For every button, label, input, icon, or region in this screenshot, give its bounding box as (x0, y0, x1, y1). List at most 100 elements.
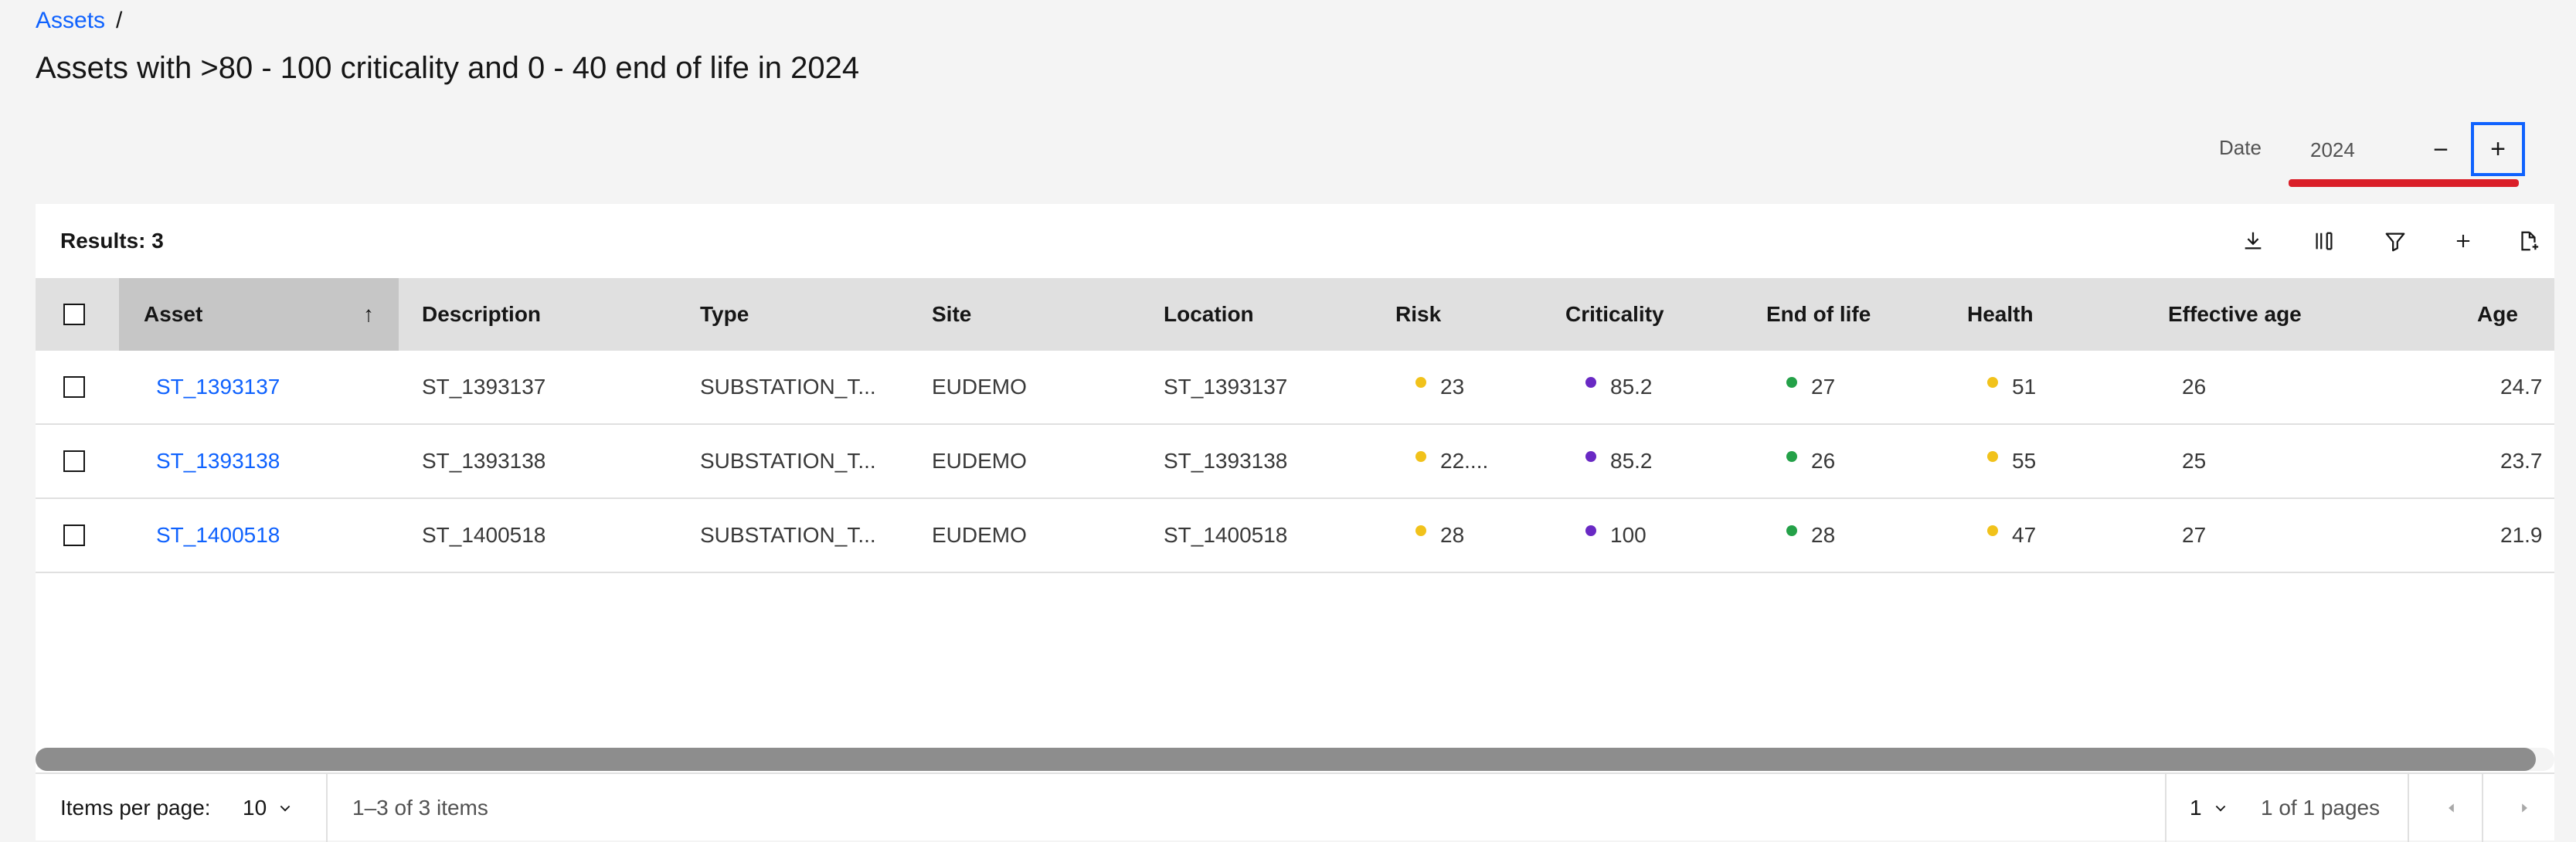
pages-text: 1 of 1 pages (2261, 796, 2381, 820)
divider (2165, 774, 2166, 842)
pagination-bar: Items per page: 10 1–3 of 3 items 1 1 of… (36, 772, 2554, 842)
column-header-health[interactable]: Health (1967, 278, 2034, 351)
status-dot-icon (1415, 377, 1426, 388)
add-icon[interactable] (2446, 224, 2480, 258)
end-of-life-cell: 28 (1786, 499, 1835, 572)
status-dot-icon (1786, 525, 1797, 536)
risk-cell: 28 (1415, 499, 1464, 572)
breadcrumb: Assets / (36, 8, 122, 34)
criticality-value: 85.2 (1610, 375, 1653, 399)
row-select-cell (63, 499, 85, 572)
effective-age-cell: 26 (2182, 375, 2207, 399)
health-value: 51 (2012, 375, 2037, 399)
chevron-down-icon (280, 805, 291, 812)
column-header-criticality[interactable]: Criticality (1565, 278, 1664, 351)
columns-icon[interactable] (2307, 224, 2341, 258)
end-of-life-cell: 27 (1786, 351, 1835, 423)
description-cell: ST_1400518 (422, 523, 546, 547)
table-row[interactable]: ST_1400518 ST_1400518 SUBSTATION_T... EU… (36, 499, 2554, 573)
table-row[interactable]: ST_1393138 ST_1393138 SUBSTATION_T... EU… (36, 425, 2554, 499)
type-cell: SUBSTATION_T... (700, 523, 876, 547)
next-page-button[interactable] (2517, 774, 2531, 842)
criticality-value: 100 (1610, 523, 1647, 547)
row-checkbox[interactable] (63, 450, 85, 472)
breadcrumb-separator: / (116, 8, 123, 33)
page-select[interactable]: 1 (2190, 774, 2228, 842)
column-header-description[interactable]: Description (422, 278, 541, 351)
column-header-risk[interactable]: Risk (1395, 278, 1441, 351)
health-cell: 55 (1987, 425, 2036, 497)
caret-left-icon (2449, 803, 2454, 813)
annotation-underline (2289, 179, 2519, 187)
site-cell: EUDEMO (932, 449, 1027, 473)
divider (326, 774, 328, 842)
download-icon[interactable] (2236, 224, 2270, 258)
status-dot-icon (1987, 377, 1998, 388)
previous-page-button[interactable] (2445, 774, 2459, 842)
column-header-effective-age[interactable]: Effective age (2168, 278, 2302, 351)
chevron-down-icon (2215, 805, 2225, 812)
location-cell: ST_1393138 (1164, 449, 1288, 473)
filter-icon[interactable] (2378, 224, 2412, 258)
column-header-asset[interactable]: Asset ↑ (144, 278, 399, 351)
table-row[interactable]: ST_1393137 ST_1393137 SUBSTATION_T... EU… (36, 351, 2554, 425)
row-checkbox[interactable] (63, 376, 85, 398)
items-per-page-select[interactable]: 10 (243, 774, 293, 842)
asset-link[interactable]: ST_1400518 (156, 499, 280, 572)
asset-link[interactable]: ST_1393138 (156, 425, 280, 497)
horizontal-scrollbar-thumb[interactable] (36, 748, 2536, 771)
effective-age-cell: 25 (2182, 449, 2207, 473)
end-of-life-value: 27 (1811, 375, 1836, 399)
select-all-checkbox[interactable] (63, 304, 85, 325)
type-cell: SUBSTATION_T... (700, 449, 876, 473)
risk-value: 28 (1440, 523, 1465, 547)
column-header-location[interactable]: Location (1164, 278, 1254, 351)
site-cell: EUDEMO (932, 375, 1027, 399)
location-cell: ST_1393137 (1164, 375, 1288, 399)
age-cell: 23.7 (2500, 449, 2543, 473)
column-header-type[interactable]: Type (700, 278, 749, 351)
export-icon[interactable] (2511, 224, 2545, 258)
site-cell: EUDEMO (932, 523, 1027, 547)
page-title: Assets with >80 - 100 criticality and 0 … (36, 51, 860, 85)
decrement-button[interactable]: − (2415, 119, 2466, 181)
status-dot-icon (1987, 525, 1998, 536)
divider (2408, 774, 2409, 842)
caret-right-icon (2522, 803, 2527, 813)
results-count: Results: 3 (60, 229, 164, 253)
end-of-life-value: 28 (1811, 523, 1836, 547)
health-cell: 51 (1987, 351, 2036, 423)
criticality-cell: 85.2 (1585, 351, 1653, 423)
breadcrumb-assets-link[interactable]: Assets (36, 8, 105, 34)
status-dot-icon (1987, 451, 1998, 462)
risk-cell: 22.... (1415, 425, 1488, 497)
column-header-site[interactable]: Site (932, 278, 971, 351)
row-checkbox[interactable] (63, 525, 85, 546)
column-header-age[interactable]: Age (2477, 278, 2518, 351)
status-dot-icon (1415, 525, 1426, 536)
status-dot-icon (1786, 451, 1797, 462)
table-header: Asset ↑ Description Type Site Location R… (36, 278, 2554, 351)
divider (2482, 774, 2483, 842)
criticality-cell: 85.2 (1585, 425, 1653, 497)
increment-button[interactable]: + (2471, 122, 2525, 176)
date-label: Date (2219, 136, 2262, 159)
select-all-cell (63, 278, 85, 351)
page-select-value: 1 (2190, 796, 2202, 820)
status-dot-icon (1585, 525, 1596, 536)
asset-link[interactable]: ST_1393137 (156, 351, 280, 423)
status-dot-icon (1585, 451, 1596, 462)
column-header-end-of-life[interactable]: End of life (1766, 278, 1871, 351)
description-cell: ST_1393138 (422, 449, 546, 473)
status-dot-icon (1415, 451, 1426, 462)
items-per-page-label: Items per page: (60, 796, 211, 820)
date-stepper: − + (2284, 119, 2531, 181)
risk-cell: 23 (1415, 351, 1464, 423)
row-select-cell (63, 351, 85, 423)
end-of-life-cell: 26 (1786, 425, 1835, 497)
health-value: 55 (2012, 449, 2037, 473)
status-dot-icon (1585, 377, 1596, 388)
sort-ascending-icon: ↑ (363, 302, 374, 326)
status-dot-icon (1786, 377, 1797, 388)
row-select-cell (63, 425, 85, 497)
